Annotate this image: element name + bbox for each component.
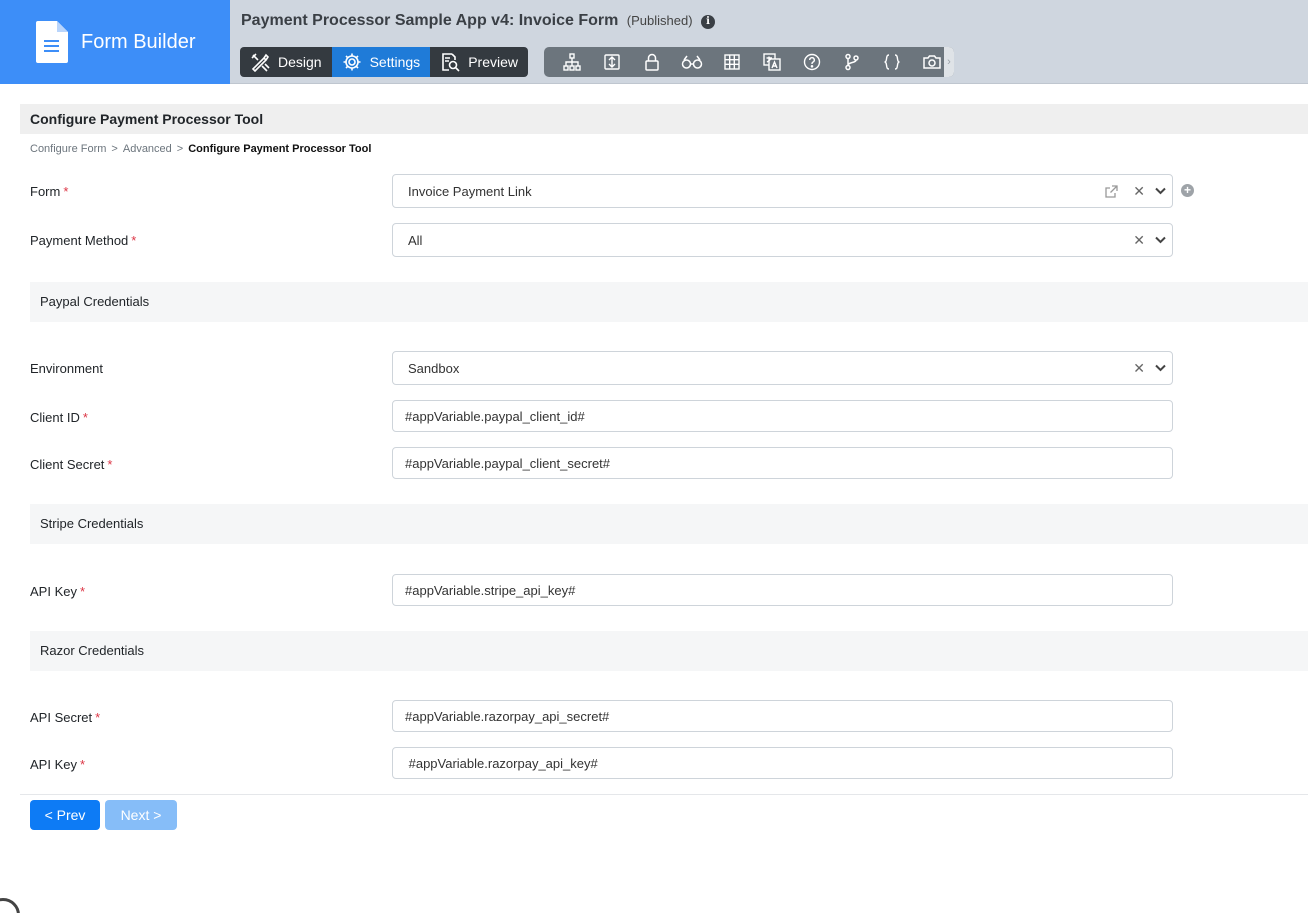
add-form-icon[interactable]: + bbox=[1181, 184, 1194, 197]
required-marker: * bbox=[82, 410, 88, 425]
form-select-value: Invoice Payment Link bbox=[408, 183, 532, 199]
razor-api-secret-input[interactable] bbox=[392, 700, 1173, 732]
client-secret-label: Client Secret * bbox=[30, 457, 112, 472]
document-icon bbox=[36, 21, 68, 63]
toolbar: › bbox=[544, 47, 954, 77]
table-button[interactable] bbox=[712, 47, 752, 77]
top-bar: Form Builder Payment Processor Sample Ap… bbox=[0, 0, 1308, 84]
payment-method-controls: ✕ bbox=[1133, 232, 1172, 249]
required-marker: * bbox=[131, 233, 137, 248]
sitemap-icon bbox=[563, 53, 581, 71]
app-name: Payment Processor Sample App v4: Invoice… bbox=[241, 12, 619, 29]
prev-button[interactable]: < Prev bbox=[30, 800, 100, 830]
client-id-label: Client ID * bbox=[30, 410, 88, 425]
razor-api-key-label: API Key * bbox=[30, 757, 85, 772]
translate-icon bbox=[763, 53, 781, 71]
form-select[interactable]: Invoice Payment Link ✕ bbox=[392, 174, 1173, 208]
environment-label-text: Environment bbox=[30, 361, 103, 376]
payment-method-select[interactable]: All ✕ bbox=[392, 223, 1173, 257]
branch-icon bbox=[845, 53, 859, 71]
floating-widget-icon[interactable] bbox=[0, 898, 20, 913]
brand-title: Form Builder bbox=[81, 30, 196, 53]
razor-api-key-input[interactable] bbox=[392, 747, 1173, 779]
external-link-icon[interactable] bbox=[1104, 184, 1119, 199]
chevron-down-icon[interactable] bbox=[1155, 364, 1166, 372]
translate-button[interactable] bbox=[752, 47, 792, 77]
code-button[interactable] bbox=[872, 47, 912, 77]
design-mode-label: Design bbox=[278, 54, 322, 70]
environment-select[interactable]: Sandbox ✕ bbox=[392, 351, 1173, 385]
help-button[interactable] bbox=[792, 47, 832, 77]
payment-method-label-text: Payment Method bbox=[30, 233, 129, 248]
settings-mode-button[interactable]: Settings bbox=[331, 47, 431, 77]
payment-method-value: All bbox=[408, 232, 423, 248]
payment-method-label: Payment Method * bbox=[30, 233, 136, 248]
permissions-button[interactable] bbox=[632, 47, 672, 77]
razor-api-key-label-text: API Key bbox=[30, 757, 77, 772]
razor-api-secret-label-text: API Secret bbox=[30, 710, 93, 725]
binoculars-icon bbox=[681, 55, 703, 69]
stripe-credentials-header: Stripe Credentials bbox=[30, 504, 1308, 544]
clear-icon[interactable]: ✕ bbox=[1133, 183, 1145, 200]
next-button[interactable]: Next > bbox=[105, 800, 177, 830]
required-marker: * bbox=[95, 710, 101, 725]
client-id-input[interactable] bbox=[392, 400, 1173, 432]
required-marker: * bbox=[107, 457, 113, 472]
required-marker: * bbox=[79, 757, 86, 772]
form-label-text: Form bbox=[30, 184, 61, 199]
form-button[interactable] bbox=[592, 47, 632, 77]
breadcrumb-separator: > bbox=[111, 143, 118, 155]
environment-label: Environment bbox=[30, 361, 103, 376]
mode-switcher: Design Settings Preview bbox=[240, 47, 528, 77]
sitemap-button[interactable] bbox=[552, 47, 592, 77]
environment-controls: ✕ bbox=[1133, 360, 1172, 377]
lock-icon bbox=[645, 53, 659, 71]
clear-icon[interactable]: ✕ bbox=[1133, 232, 1145, 249]
razor-api-secret-label: API Secret * bbox=[30, 710, 100, 725]
brand[interactable]: Form Builder bbox=[0, 0, 230, 84]
braces-icon bbox=[884, 54, 900, 70]
paypal-credentials-header: Paypal Credentials bbox=[30, 282, 1308, 322]
stripe-api-key-label: API Key * bbox=[30, 584, 85, 599]
required-marker: * bbox=[79, 584, 86, 599]
design-mode-button[interactable]: Design bbox=[240, 47, 332, 77]
toolbar-scroll-right[interactable]: › bbox=[944, 47, 954, 77]
review-button[interactable] bbox=[672, 47, 712, 77]
preview-mode-button[interactable]: Preview bbox=[430, 47, 528, 77]
gear-icon bbox=[343, 53, 361, 71]
app-title: Payment Processor Sample App v4: Invoice… bbox=[241, 12, 715, 30]
required-marker: * bbox=[63, 184, 69, 199]
stripe-api-key-input[interactable] bbox=[392, 574, 1173, 606]
stripe-api-key-label-text: API Key bbox=[30, 584, 77, 599]
footer-divider bbox=[20, 794, 1308, 795]
design-tools-icon bbox=[251, 53, 270, 72]
info-icon[interactable]: i bbox=[700, 15, 715, 29]
chevron-down-icon[interactable] bbox=[1155, 236, 1166, 244]
form-icon bbox=[604, 54, 620, 70]
breadcrumb: Configure Form > Advanced > Configure Paymen… bbox=[30, 143, 371, 155]
environment-value: Sandbox bbox=[408, 360, 460, 376]
clear-icon[interactable]: ✕ bbox=[1133, 360, 1145, 377]
camera-icon bbox=[923, 55, 941, 69]
settings-mode-label: Settings bbox=[369, 54, 421, 70]
form-select-controls: ✕ bbox=[1104, 183, 1172, 200]
form-label: Form * bbox=[30, 184, 68, 199]
client-secret-input[interactable] bbox=[392, 447, 1173, 479]
razor-credentials-header: Razor Credentials bbox=[30, 631, 1308, 671]
grid-icon bbox=[724, 54, 740, 70]
chevron-down-icon[interactable] bbox=[1155, 187, 1166, 195]
document-search-icon bbox=[442, 53, 460, 72]
workflow-button[interactable] bbox=[832, 47, 872, 77]
help-icon bbox=[803, 53, 821, 71]
preview-mode-label: Preview bbox=[468, 54, 518, 70]
breadcrumb-current: Configure Payment Processor Tool bbox=[188, 143, 372, 155]
breadcrumb-advanced[interactable]: Advanced bbox=[123, 143, 172, 155]
page-title: Configure Payment Processor Tool bbox=[20, 104, 1308, 134]
breadcrumb-configure-form[interactable]: Configure Form bbox=[30, 143, 106, 155]
client-id-label-text: Client ID bbox=[30, 410, 80, 425]
breadcrumb-separator: > bbox=[176, 143, 184, 155]
publish-status: (Published) bbox=[626, 13, 693, 28]
client-secret-label-text: Client Secret bbox=[30, 457, 105, 472]
